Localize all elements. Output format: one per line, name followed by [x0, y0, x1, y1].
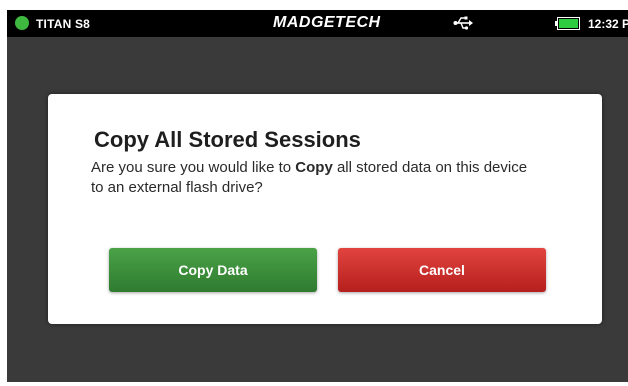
dialog-message-emphasis: Copy	[295, 159, 333, 176]
usb-icon	[453, 16, 473, 30]
status-bar: TITAN S8 MADGETECH 12:32 PM	[7, 10, 628, 37]
battery-icon	[555, 17, 580, 30]
device-screen: TITAN S8 MADGETECH 12:32 PM Copy All Sto…	[7, 10, 628, 382]
confirm-dialog: Copy All Stored Sessions Are you sure yo…	[48, 94, 602, 324]
dialog-title: Copy All Stored Sessions	[94, 127, 361, 152]
device-name: TITAN S8	[36, 17, 91, 31]
dialog-message-text: Are you sure you would like to	[91, 159, 296, 176]
copy-data-button[interactable]: Copy Data	[109, 248, 317, 292]
dialog-message: Are you sure you would like to Copy all …	[91, 158, 531, 198]
cancel-button[interactable]: Cancel	[338, 248, 546, 292]
status-indicator-icon	[15, 16, 29, 30]
clock: 12:32 PM	[588, 17, 628, 31]
brand-logo: MADGETECH	[273, 14, 381, 31]
